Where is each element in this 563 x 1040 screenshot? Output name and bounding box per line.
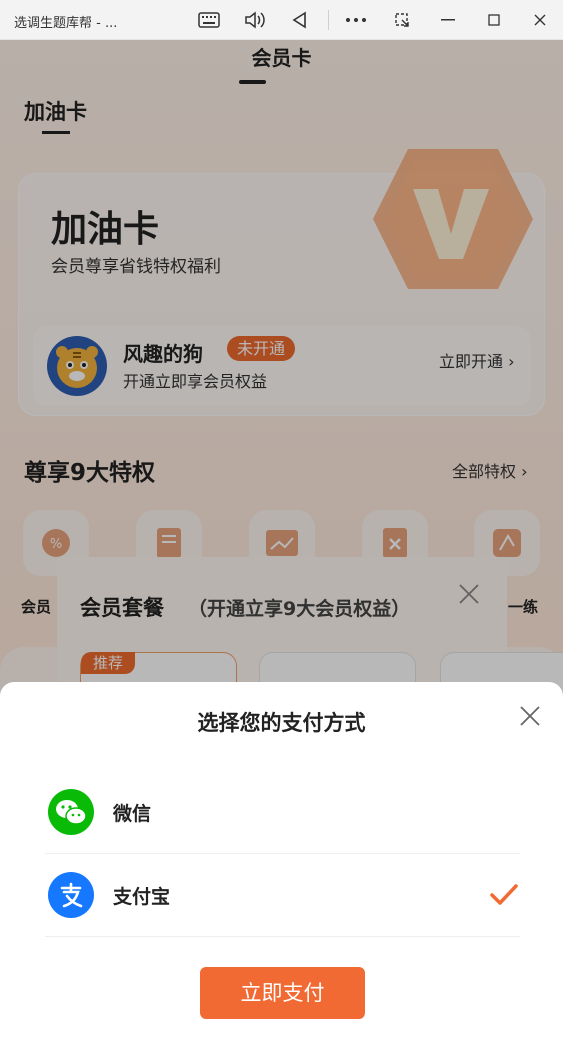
pay-now-button[interactable]: 立即支付: [200, 967, 365, 1019]
close-window-icon[interactable]: [528, 8, 552, 32]
payment-method-name: 微信: [113, 803, 152, 825]
titlebar-divider: [328, 10, 329, 30]
payment-method-name: 支付宝: [113, 886, 171, 908]
close-icon[interactable]: [517, 703, 543, 729]
minimize-icon[interactable]: [436, 8, 460, 32]
maximize-icon[interactable]: [482, 8, 506, 32]
popout-icon[interactable]: [390, 8, 414, 32]
check-icon: [490, 884, 518, 905]
wechat-icon: [48, 789, 94, 835]
sheet-title: 选择您的支付方式: [197, 711, 366, 735]
window-titlebar: 选调生题库帮 - ...: [0, 0, 563, 40]
volume-icon[interactable]: [243, 8, 267, 32]
more-icon[interactable]: [344, 8, 368, 32]
payment-option-wechat[interactable]: 微信: [45, 770, 520, 854]
keyboard-icon[interactable]: [197, 8, 221, 32]
back-triangle-icon[interactable]: [288, 8, 312, 32]
payment-sheet: 选择您的支付方式 微信 支付宝 立即支付: [0, 682, 563, 1040]
alipay-icon: [48, 872, 94, 918]
payment-option-alipay[interactable]: 支付宝: [45, 853, 520, 937]
window-title: 选调生题库帮 - ...: [14, 16, 118, 31]
